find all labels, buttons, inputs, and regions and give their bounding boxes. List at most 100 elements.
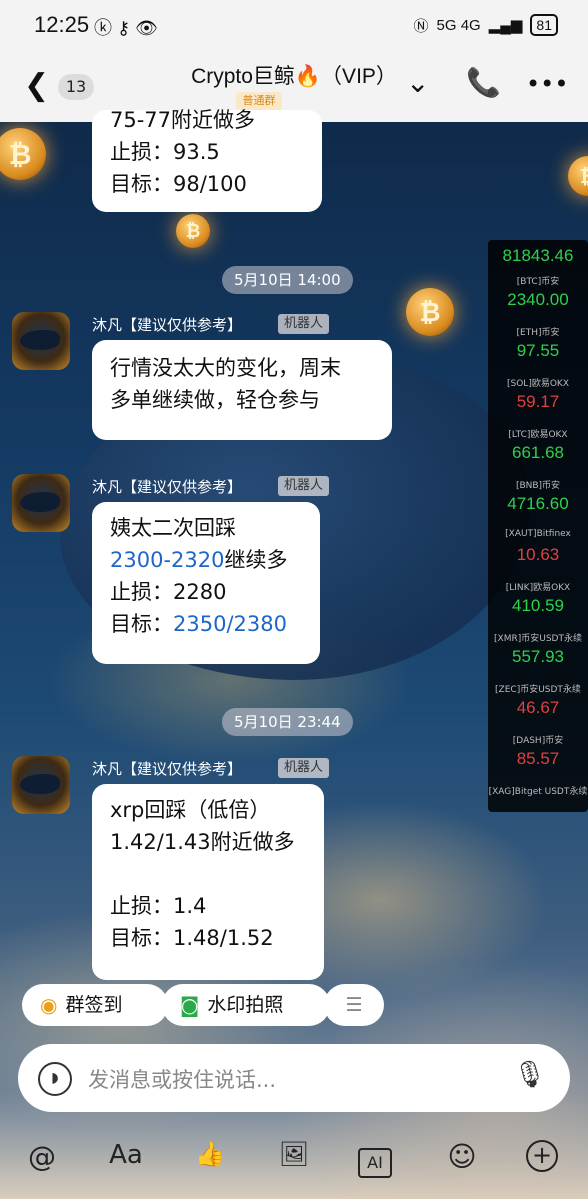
composer-toolbar: @ Aa 👍 🖼 AI ☺ +: [0, 1130, 588, 1199]
more-actions-button[interactable]: ☰: [324, 984, 384, 1026]
group-signin-label: 群签到: [65, 994, 123, 1016]
ticker-value: 97.55: [516, 341, 560, 360]
message-bubble[interactable]: 行情没太大的变化，周末 多单继续做，轻仓参与: [92, 340, 392, 440]
ticker-label: [XAUT]Bitfinex: [505, 529, 571, 539]
timestamp-chip: 5月10日 23:44: [222, 708, 353, 736]
ai-icon[interactable]: AI: [358, 1148, 392, 1178]
message-bubble[interactable]: 姨太二次回踩 2300-2320继续多 止损：2280 目标：2350/2380: [92, 502, 320, 664]
ticker-label: [XAG]Bitget USDT永续: [488, 787, 588, 797]
message-text: 目标：2350/2380: [110, 608, 302, 640]
avatar[interactable]: [12, 312, 70, 370]
message-text: 1.42/1.43附近做多: [110, 830, 295, 854]
emoji-icon[interactable]: ☺: [442, 1140, 482, 1173]
ticker-label: [BTC]币安: [516, 277, 560, 287]
ticker-label: [LINK]欧易OKX: [505, 583, 571, 593]
robot-badge: 机器人: [278, 758, 330, 778]
ticker-label: [DASH]币安: [512, 736, 564, 746]
signal-icon: ▂▄▆: [488, 17, 523, 34]
message-input[interactable]: 发消息或按住说话...: [88, 1064, 276, 1094]
price-link[interactable]: 2350/2380: [173, 612, 287, 636]
status-indicators: Ⓝ 5G 4G ▂▄▆ 81: [414, 14, 558, 36]
group-signin-button[interactable]: ◉ 群签到: [22, 984, 168, 1026]
message-bubble[interactable]: xrp回踩（低倍） 1.42/1.43附近做多 止损：1.4 目标：1.48/1…: [92, 784, 324, 980]
timestamp-chip: 5月10日 14:00: [222, 266, 353, 294]
price-ticker-overlay[interactable]: 81843.46 [BTC]币安 2340.00 [ETH]币安 97.55 [SOL]…: [488, 240, 588, 812]
avatar[interactable]: [12, 756, 70, 814]
ticker-value: 410.59: [512, 596, 564, 615]
voice-toggle-icon[interactable]: ◗: [38, 1062, 72, 1096]
sender-name: 沐凡【建议仅供参考】: [92, 478, 243, 496]
menu-icon: ☰: [345, 994, 363, 1016]
ticker-label: [LTC]欧易OKX: [508, 430, 568, 440]
ticker-value: 85.57: [516, 749, 560, 768]
plus-icon[interactable]: +: [526, 1140, 558, 1172]
ticker-row: [XMR]币安USDT永续 557.93: [488, 627, 588, 678]
ticker-value: 59.17: [516, 392, 560, 411]
price-link[interactable]: 2300-2320: [110, 548, 224, 572]
robot-badge: 机器人: [278, 314, 330, 334]
message-bubble[interactable]: 75-77附近做多 止损：93.5 目标：98/100: [92, 108, 322, 212]
image-icon[interactable]: 🖼: [274, 1140, 314, 1168]
status-bar: 12:25 ⓚ ⚷ 👁 Ⓝ 5G 4G ▂▄▆ 81: [0, 0, 588, 50]
ticker-row: [ZEC]币安USDT永续 46.67: [488, 678, 588, 729]
battery-icon: 81: [530, 14, 558, 36]
message-text: 姨太二次回踩: [110, 516, 236, 540]
ticker-row: [LINK]欧易OKX 410.59: [488, 576, 588, 627]
ticker-label: [ETH]币安: [516, 328, 560, 338]
message-text: 继续多: [224, 548, 288, 572]
network-label: 5G 4G: [436, 16, 481, 34]
watermark-photo-label: 水印拍照: [207, 994, 284, 1016]
sender-name: 沐凡【建议仅供参考】: [92, 760, 243, 778]
status-time: 12:25: [34, 12, 90, 37]
message-text: 止损：2280: [110, 580, 227, 604]
microphone-icon[interactable]: 🎙: [513, 1060, 546, 1090]
ticker-value: 2340.00: [507, 290, 569, 309]
message-text: 目标：1.48/1.52: [110, 926, 274, 950]
more-options-icon[interactable]: •••: [526, 70, 568, 98]
robot-badge: 机器人: [278, 476, 330, 496]
ticker-row: [ETH]币安 97.55: [488, 321, 588, 372]
bitcoin-coin-illustration: ₿: [176, 214, 210, 248]
ticker-row: [DASH]币安 85.57: [488, 729, 588, 780]
ticker-value: 661.68: [512, 443, 564, 462]
message-text: 75-77附近做多: [110, 108, 256, 132]
status-app-icons: ⓚ ⚷ 👁: [94, 18, 159, 38]
location-pin-icon: ◉: [40, 993, 58, 1017]
nfc-icon: Ⓝ: [413, 17, 429, 35]
like-icon[interactable]: 👍: [190, 1140, 230, 1168]
ticker-row: [LTC]欧易OKX 661.68: [488, 423, 588, 474]
message-text: 目标：: [110, 612, 173, 636]
ticker-top-value: 81843.46: [502, 246, 574, 265]
message-text: 目标：98/100: [110, 172, 247, 196]
message-text: 多单继续做，轻仓参与: [110, 388, 320, 412]
camera-icon: ◙: [180, 993, 200, 1017]
font-style-icon[interactable]: Aa: [106, 1140, 146, 1170]
ticker-label: [SOL]欧易OKX: [507, 379, 569, 389]
chevron-down-icon[interactable]: ⌄: [406, 66, 429, 99]
ticker-row: [BTC]币安 2340.00: [488, 270, 588, 321]
message-text: 行情没太大的变化，周末: [110, 356, 341, 380]
message-text: xrp回踩（低倍）: [110, 798, 271, 822]
ticker-value: 4716.60: [507, 494, 569, 513]
message-text: 止损：93.5: [110, 140, 220, 164]
message-text: 止损：1.4: [110, 894, 207, 918]
ticker-value: 46.67: [516, 698, 560, 717]
video-call-icon[interactable]: 📞: [466, 66, 501, 99]
bitcoin-coin-illustration: ₿: [406, 288, 454, 336]
message-input-bar[interactable]: ◗ 发消息或按住说话... 🎙: [18, 1044, 570, 1112]
avatar[interactable]: [12, 474, 70, 532]
ticker-value: 557.93: [512, 647, 564, 666]
ticker-row: [SOL]欧易OKX 59.17: [488, 372, 588, 423]
watermark-photo-button[interactable]: ◙ 水印拍照: [162, 984, 330, 1026]
ticker-label: [BNB]币安: [515, 481, 561, 491]
ticker-label: [XMR]币安USDT永续: [494, 634, 582, 644]
message-text: 2300-2320继续多: [110, 544, 302, 576]
ticker-value: 10.63: [516, 545, 560, 564]
mention-icon[interactable]: @: [22, 1140, 62, 1173]
sender-name: 沐凡【建议仅供参考】: [92, 316, 243, 334]
ticker-label: [ZEC]币安USDT永续: [495, 685, 581, 695]
ticker-row: [BNB]币安 4716.60: [488, 474, 588, 525]
ticker-row: [XAG]Bitget USDT永续: [488, 780, 588, 831]
ticker-row: [XAUT]Bitfinex 10.63: [488, 525, 588, 576]
